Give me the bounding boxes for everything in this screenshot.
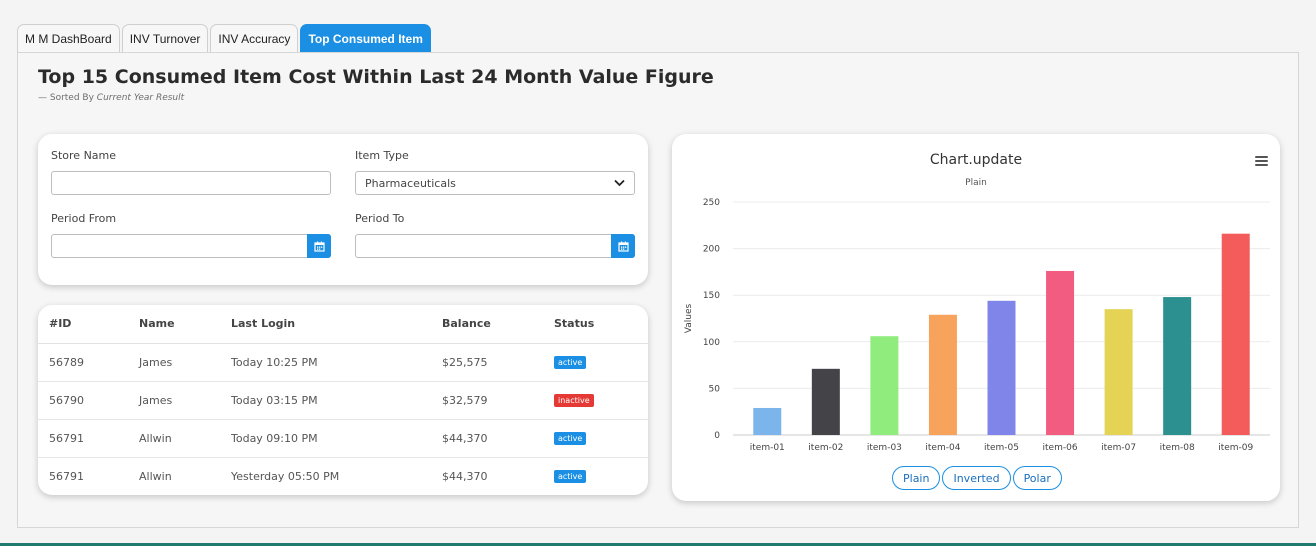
bar <box>870 336 899 435</box>
cell-status: active <box>543 343 648 382</box>
cell-id: 56791 <box>49 469 84 483</box>
cell-id: 56791 <box>38 419 128 458</box>
page-subtitle: — Sorted By Current Year Result <box>38 93 184 103</box>
x-tick-label: item-03 <box>867 443 902 453</box>
tab-inv-turnover[interactable]: INV Turnover <box>121 24 209 53</box>
x-tick-label: item-05 <box>984 443 1019 453</box>
period-from-input[interactable] <box>51 234 331 258</box>
item-type-select[interactable]: Pharmaceuticals <box>355 171 635 195</box>
bar <box>1221 233 1250 435</box>
bar <box>1163 297 1192 435</box>
x-tick-label: item-08 <box>1160 443 1195 453</box>
status-badge: active <box>554 356 587 369</box>
cell-status: inactive <box>543 381 648 420</box>
tab-mm-dashboard[interactable]: M M DashBoard <box>17 24 120 53</box>
status-badge: active <box>554 432 587 445</box>
cell-balance: $25,575 <box>431 343 543 382</box>
tab-top-consumed-item[interactable]: Top Consumed Item <box>300 24 431 53</box>
x-tick-label: item-02 <box>808 443 843 453</box>
y-tick-label: 50 <box>709 384 721 394</box>
table-row[interactable]: 56789 James Today 10:25 PM $25,575 activ… <box>38 343 648 382</box>
cell-last-login: Yesterday 05:50 PM <box>231 469 340 483</box>
bar <box>1104 309 1133 435</box>
bar <box>928 314 957 435</box>
cell-last-login: Today 09:10 PM <box>220 419 431 458</box>
cell-last-login: Today 03:15 PM <box>220 381 431 420</box>
period-to-field: Period To <box>355 212 635 258</box>
store-name-input[interactable] <box>51 171 331 195</box>
y-axis-label: Values <box>684 303 694 333</box>
cell-id: 56790 <box>38 381 128 420</box>
status-badge: inactive <box>554 394 594 407</box>
table-row[interactable]: 56791 Allwin Today 09:10 PM $44,370 acti… <box>38 419 648 458</box>
subtitle-sort-field: Current Year Result <box>96 93 185 103</box>
cell-last-login: Today 10:25 PM <box>220 343 431 382</box>
cell-balance: $44,370 <box>442 469 488 483</box>
status-badge: active <box>554 470 587 484</box>
y-tick-label: 0 <box>714 431 720 441</box>
cell-status: active <box>543 457 648 495</box>
users-table-card: #ID Name Last Login Balance Status 56789… <box>38 305 648 495</box>
tab-inv-accuracy[interactable]: INV Accuracy <box>210 24 299 53</box>
tab-bar: M M DashBoard INV Turnover INV Accuracy … <box>17 24 431 53</box>
inverted-button[interactable]: Inverted <box>942 466 1011 490</box>
chart-mode-buttons: Plain Inverted Polar <box>892 466 1062 490</box>
y-tick-label: 250 <box>703 198 720 208</box>
column-header-id: #ID <box>38 305 128 344</box>
cell-status: active <box>543 419 648 458</box>
store-name-label: Store Name <box>51 149 117 162</box>
tab-panel: Top 15 Consumed Item Cost Within Last 24… <box>17 52 1299 528</box>
store-name-field: Store Name <box>51 149 331 195</box>
item-type-value: Pharmaceuticals <box>365 176 456 190</box>
cell-id: 56789 <box>38 343 128 382</box>
x-tick-label: item-04 <box>925 443 960 453</box>
y-tick-label: 200 <box>703 245 720 255</box>
bar <box>987 300 1016 435</box>
column-header-last-login: Last Login <box>220 305 431 344</box>
period-to-input[interactable] <box>355 234 635 258</box>
calendar-icon <box>617 241 629 252</box>
item-type-field: Item Type Pharmaceuticals <box>355 149 635 195</box>
cell-name: James <box>128 381 220 420</box>
column-header-name: Name <box>128 305 220 344</box>
bar <box>1046 270 1075 435</box>
y-tick-label: 100 <box>703 338 720 348</box>
bar <box>811 368 840 435</box>
table-row[interactable]: 56790 James Today 03:15 PM $32,579 inact… <box>38 381 648 420</box>
page-title: Top 15 Consumed Item Cost Within Last 24… <box>38 66 714 88</box>
period-to-label: Period To <box>355 212 405 225</box>
cell-name: James <box>128 343 220 382</box>
plain-button[interactable]: Plain <box>892 466 941 490</box>
cell-balance: $32,579 <box>431 381 543 420</box>
chevron-down-icon <box>614 176 625 190</box>
period-from-field: Period From <box>51 212 331 258</box>
column-header-status: Status <box>543 305 648 344</box>
subtitle-prefix: — Sorted By <box>38 93 94 103</box>
polar-button[interactable]: Polar <box>1012 466 1062 490</box>
cell-name: Allwin <box>128 419 220 458</box>
bar-chart: 0 50 100 150 200 250 Values item-01 item-02 item-… <box>684 198 1270 453</box>
calendar-icon <box>313 241 325 252</box>
item-type-label: Item Type <box>355 149 409 162</box>
table-row[interactable]: 56791 Allwin Yesterday 05:50 PM $44,370 … <box>38 457 648 495</box>
chart-card: Chart.update Plain 0 50 100 150 200 250 Values… <box>672 134 1280 501</box>
period-to-calendar-button[interactable] <box>611 234 635 258</box>
bar <box>753 407 782 435</box>
column-header-balance: Balance <box>431 305 543 344</box>
period-from-calendar-button[interactable] <box>307 234 331 258</box>
x-tick-label: item-07 <box>1101 443 1136 453</box>
y-tick-label: 150 <box>703 291 720 301</box>
cell-name: Allwin <box>139 469 172 483</box>
x-tick-label: item-06 <box>1043 443 1078 453</box>
period-from-label: Period From <box>51 212 117 225</box>
filter-card: Store Name Item Type Pharmaceuticals Per… <box>38 134 648 285</box>
x-tick-label: item-09 <box>1218 443 1253 453</box>
cell-balance: $44,370 <box>431 419 543 458</box>
x-tick-label: item-01 <box>750 443 785 453</box>
table-header-row: #ID Name Last Login Balance Status <box>38 305 648 344</box>
users-table: #ID Name Last Login Balance Status 56789… <box>38 305 648 495</box>
